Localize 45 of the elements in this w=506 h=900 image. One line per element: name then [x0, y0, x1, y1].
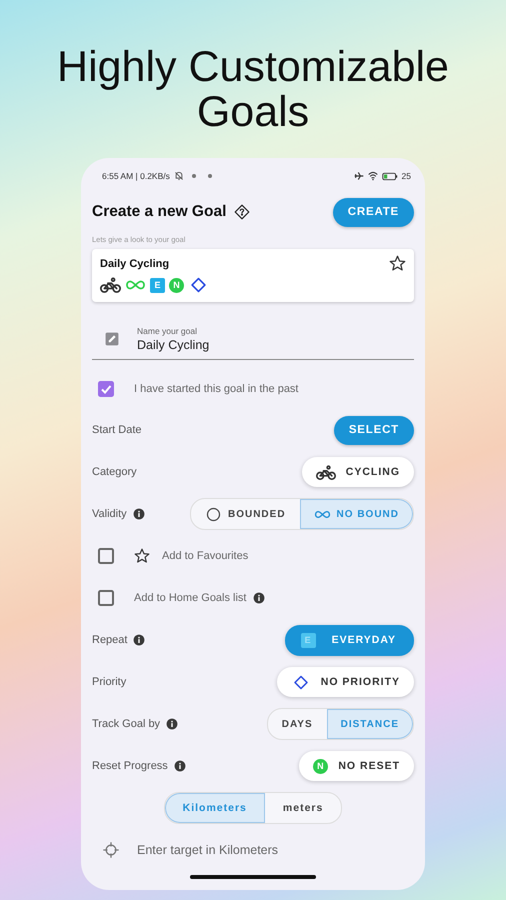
checkbox[interactable] — [98, 590, 114, 606]
field-label: Reset Progress — [92, 760, 168, 772]
round-letter-badge: N — [169, 278, 184, 292]
square-letter-badge: E — [150, 278, 165, 292]
option-chip[interactable]: N NO RESET — [299, 751, 414, 781]
crosshair-icon — [103, 842, 119, 858]
help-icon — [234, 204, 250, 220]
square-letter-badge: E — [300, 632, 316, 648]
field-label: Name your goal — [137, 326, 198, 336]
circle-icon — [204, 506, 222, 522]
bell-icon — [174, 171, 184, 181]
field-label: Repeat — [92, 634, 128, 646]
field-label: Start Date — [92, 424, 142, 436]
toggle-option[interactable]: DAYS — [268, 709, 327, 739]
option-chip[interactable]: CYCLING — [302, 457, 414, 487]
checkbox-label: Add to Favourites — [162, 550, 248, 562]
battery-icon — [382, 172, 398, 180]
target-input[interactable]: Enter target in Kilometers — [137, 843, 377, 857]
headline: Highly Customizable Goals — [56, 45, 450, 135]
star-icon — [134, 548, 150, 564]
bicycle-icon — [100, 277, 121, 293]
status-info: 6:55 AM | 0.2KB/s — [102, 171, 170, 181]
field-label: Track Goal by — [92, 718, 160, 730]
checkbox[interactable] — [98, 548, 114, 564]
goal-title: Daily Cycling — [100, 258, 170, 270]
checkbox-label: Add to Home Goals list — [134, 592, 246, 604]
toggle-option[interactable]: BOUNDED — [190, 499, 300, 529]
bicycle-icon — [316, 464, 336, 480]
option-chip[interactable]: NO PRIORITY — [276, 667, 414, 697]
field-label: Priority — [92, 676, 126, 688]
edit-icon — [104, 331, 120, 347]
page-title: Create a new Goal — [92, 203, 226, 221]
dot-icon — [208, 174, 212, 178]
field-label: Validity — [92, 508, 127, 520]
wifi-icon — [368, 171, 378, 181]
battery-level: 25 — [402, 171, 411, 181]
airplane-icon — [354, 171, 364, 181]
round-letter-badge: N — [313, 758, 328, 774]
dot-icon — [192, 174, 196, 178]
field-value: Daily Cycling — [137, 338, 210, 352]
checkbox[interactable] — [98, 381, 114, 397]
unit-tab[interactable]: meters — [264, 793, 342, 823]
checkbox-label: I have started this goal in the past — [134, 383, 298, 395]
field-label: Category — [92, 466, 137, 478]
goal-name-field[interactable]: Name your goal Daily Cycling — [92, 319, 414, 360]
